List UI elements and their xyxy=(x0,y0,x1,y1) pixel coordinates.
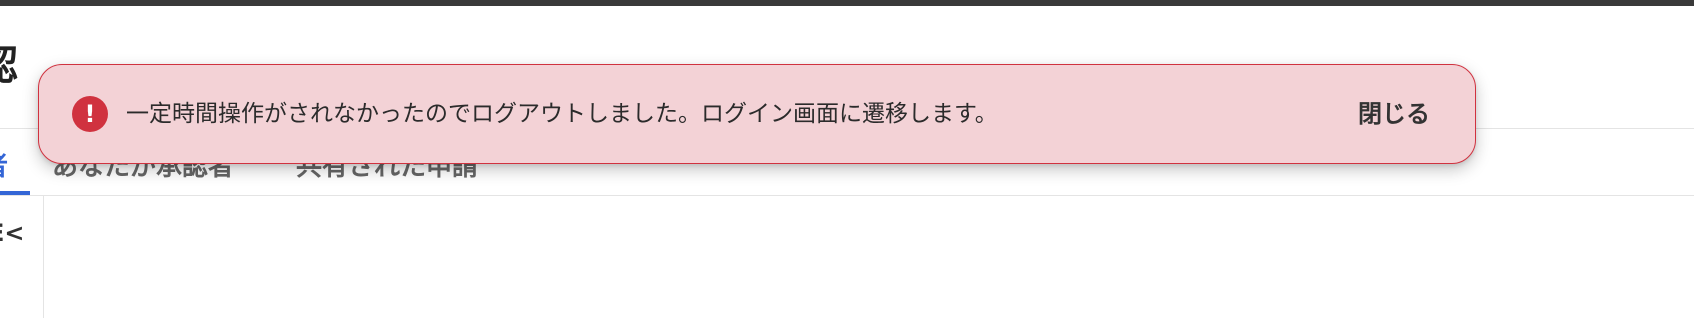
close-button[interactable]: 閉じる xyxy=(1358,92,1430,136)
error-icon: ! xyxy=(72,96,108,132)
error-toast: ! 一定時間操作がされなかったのでログアウトしました。ログイン画面に遷移します。… xyxy=(38,64,1476,164)
tab-applicant[interactable]: 者 xyxy=(0,145,8,189)
toast-message: 一定時間操作がされなかったのでログアウトしました。ログイン画面に遷移します。 xyxy=(126,101,998,127)
content-divider xyxy=(0,195,1694,196)
top-bar xyxy=(0,0,1694,6)
page-title: 認 xyxy=(0,42,18,90)
sidebar-divider xyxy=(43,196,44,318)
sidebar-item[interactable]: E< xyxy=(0,218,25,248)
